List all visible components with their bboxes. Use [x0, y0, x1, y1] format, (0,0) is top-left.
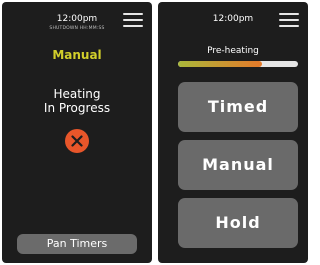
manual-button[interactable]: Manual: [178, 140, 298, 190]
status-line-2: In Progress: [43, 101, 111, 115]
pan-timers-button[interactable]: Pan Timers: [17, 234, 137, 254]
mode-title: Manual: [52, 48, 102, 62]
hamburger-menu-icon[interactable]: [123, 12, 143, 28]
clock-time: 12:00pm: [212, 14, 254, 24]
progress-label: Pre-heating: [207, 46, 259, 56]
hamburger-menu-icon[interactable]: [279, 12, 299, 28]
status-line-1: Heating: [53, 87, 101, 101]
clock-time: 12:00pm: [56, 14, 98, 24]
close-icon: [71, 135, 83, 147]
hold-button[interactable]: Hold: [178, 198, 298, 248]
mode-select-screen: 12:00pm Pre-heating Timed Manual Hold: [158, 2, 308, 263]
timed-button[interactable]: Timed: [178, 82, 298, 132]
preheat-progress-bar: [178, 61, 298, 67]
preheat-progress-fill: [178, 61, 262, 67]
heating-screen: 12:00pm SHUTDOWN HH:MM:SS Manual Heating…: [2, 2, 152, 263]
cancel-button[interactable]: [65, 129, 89, 153]
shutdown-timer-label: SHUTDOWN HH:MM:SS: [49, 26, 105, 31]
